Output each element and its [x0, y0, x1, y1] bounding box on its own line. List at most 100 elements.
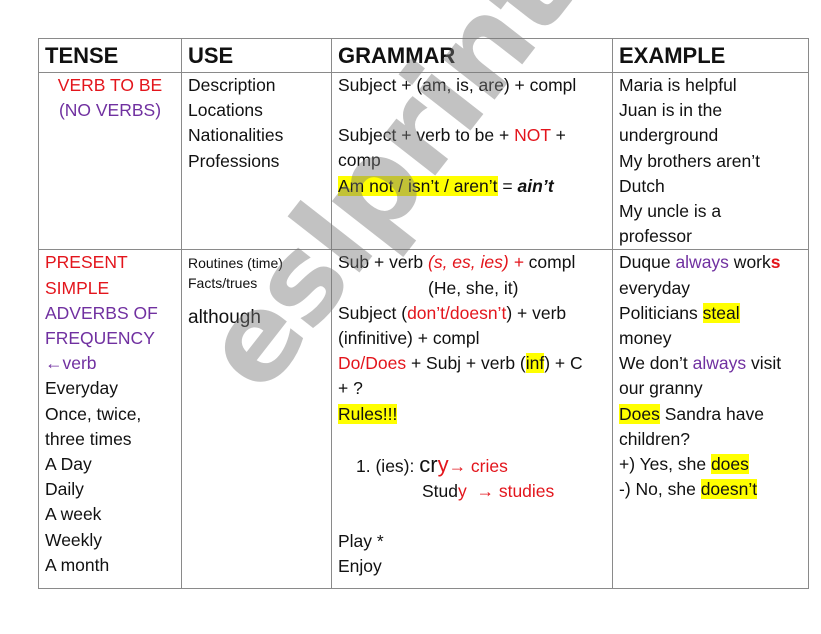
example-line: our granny: [619, 378, 703, 399]
tense-title: VERB TO BE: [57, 75, 163, 95]
cell-use-present-simple: Routines (time) Facts/trues although: [181, 249, 332, 590]
text: Subject (: [338, 302, 408, 323]
example-line: +) Yes, she does: [619, 452, 802, 477]
rule-play: Play *: [338, 531, 384, 552]
header-row: TENSE USE GRAMMAR EXAMPLE: [38, 38, 809, 73]
grammar-table-sheet: TENSE USE GRAMMAR EXAMPLE VERB TO BE (NO…: [38, 38, 809, 590]
example-line: Juan is in the: [619, 100, 723, 121]
table-row-verb-to-be: VERB TO BE (NO VERBS) Description Locati…: [38, 71, 809, 251]
use-item: Facts/trues: [188, 275, 258, 292]
negative-aux: don’t/doesn’t: [407, 302, 507, 323]
grammar-contractions: Am not / isn’t / aren’t = ain’t: [338, 174, 606, 199]
rule-number: 1.: [356, 455, 371, 476]
highlighted-contractions: Am not / isn’t / aren’t: [338, 175, 498, 196]
cell-use-verb-to-be: Description Locations Nationalities Prof…: [181, 71, 332, 251]
question-aux: Do/Does: [338, 353, 407, 374]
text: Sub + verb: [338, 252, 428, 273]
header-use: USE: [181, 38, 332, 73]
verb-highlight: steal: [702, 302, 740, 323]
text: visit: [746, 353, 782, 374]
grammar-affirmative: Sub + verb (s, es, ies) + compl: [338, 250, 606, 275]
text: -) No, she: [619, 479, 701, 500]
example-line: underground: [619, 125, 719, 146]
text: + Subj + verb (: [406, 353, 526, 374]
adverbs-label: FREQUENCY: [45, 328, 155, 349]
grammar-question-cont: + ?: [338, 378, 363, 399]
frequency-item: A week: [45, 504, 102, 525]
cell-grammar-verb-to-be: Subject + (am, is, are) + compl Subject …: [331, 71, 613, 251]
use-item: Description: [188, 75, 276, 95]
aux-highlight: does: [710, 454, 749, 475]
frequency-item: A Day: [45, 454, 92, 475]
example-line: children?: [619, 428, 691, 449]
frequency-item: Once, twice,: [45, 403, 142, 424]
grammar-negative: Subject (don’t/doesn’t) + verb: [338, 301, 606, 326]
example-line: Maria is helpful: [619, 75, 737, 95]
s-ending: s: [770, 252, 781, 273]
tense-note: (NO VERBS): [58, 100, 162, 121]
table-row-present-simple: PRESENT SIMPLE ADVERBS OF FREQUENCY ←ver…: [38, 249, 809, 590]
text: Sandra have: [659, 403, 764, 424]
tense-title: PRESENT: [45, 252, 128, 273]
frequency-item: Weekly: [45, 529, 103, 550]
header-example: EXAMPLE: [612, 38, 809, 73]
grammar-table: TENSE USE GRAMMAR EXAMPLE VERB TO BE (NO…: [38, 38, 809, 590]
text: We don’t: [619, 353, 693, 374]
example-line: My brothers aren’t: [619, 150, 761, 171]
text: +) Yes, she: [619, 454, 711, 475]
example-line: My uncle is a: [619, 201, 722, 222]
text: Duque: [619, 252, 676, 273]
aux-highlight: Does: [619, 403, 660, 424]
adverbs-label: ADVERBS OF: [45, 302, 158, 323]
text: Stud: [422, 481, 458, 502]
rule-ies-cry: 1. (ies): cry→ cries: [338, 452, 606, 479]
rules-highlight: Rules!!!: [338, 403, 398, 424]
aint-word: ain’t: [517, 175, 554, 196]
header-tense: TENSE: [38, 38, 182, 73]
text: Subject + verb to be +: [338, 125, 515, 146]
rule-label: (ies):: [375, 455, 420, 476]
frequency-item: A month: [45, 554, 110, 575]
example-line: Politicians steal: [619, 301, 802, 326]
use-item: Locations: [188, 100, 263, 121]
text: cr: [419, 451, 438, 477]
frequency-item: Everyday: [45, 378, 118, 399]
text: ) + verb: [506, 302, 567, 323]
text: +: [550, 125, 566, 146]
aux-highlight: doesn’t: [700, 479, 758, 500]
frequency-item: Daily: [45, 479, 84, 500]
use-item: Professions: [188, 150, 280, 171]
cell-tense-verb-to-be: VERB TO BE (NO VERBS): [38, 71, 182, 251]
example-line: professor: [619, 226, 692, 247]
text: y: [437, 451, 449, 477]
endings: (s, es, ies) +: [428, 252, 524, 273]
text: ) + C: [544, 353, 583, 374]
example-line: -) No, she doesn’t: [619, 477, 802, 502]
rule-enjoy: Enjoy: [338, 556, 382, 577]
grammar-negative-cont: comp: [338, 150, 381, 171]
example-line: Dutch: [619, 175, 665, 196]
text: =: [497, 175, 518, 196]
grammar-negative-cont: (infinitive) + compl: [338, 328, 480, 349]
use-item: Routines (time): [188, 255, 283, 272]
text: y: [458, 481, 467, 502]
cell-example-present-simple: Duque always works everyday Politicians …: [612, 249, 809, 590]
tense-title: SIMPLE: [45, 277, 110, 298]
cell-grammar-present-simple: Sub + verb (s, es, ies) + compl (He, she…: [331, 249, 613, 590]
frequency-item: three times: [45, 428, 132, 449]
example-line: Does Sandra have: [619, 402, 802, 427]
use-connector: although: [188, 307, 261, 329]
rules-label: Rules!!!: [338, 402, 606, 427]
cell-tense-present-simple: PRESENT SIMPLE ADVERBS OF FREQUENCY ←ver…: [38, 249, 182, 590]
third-person-note: (He, she, it): [428, 277, 519, 298]
text: Politicians: [619, 302, 703, 323]
grammar-question: Do/Does + Subj + verb (inf) + C: [338, 351, 606, 376]
inf-highlight: inf: [525, 353, 545, 374]
example-line: Duque always works: [619, 250, 802, 275]
text: compl: [523, 252, 576, 273]
cell-example-verb-to-be: Maria is helpful Juan is in the undergro…: [612, 71, 809, 251]
example-line: We don’t always visit: [619, 351, 802, 376]
rule-ies-study: Study → studies: [338, 479, 606, 504]
